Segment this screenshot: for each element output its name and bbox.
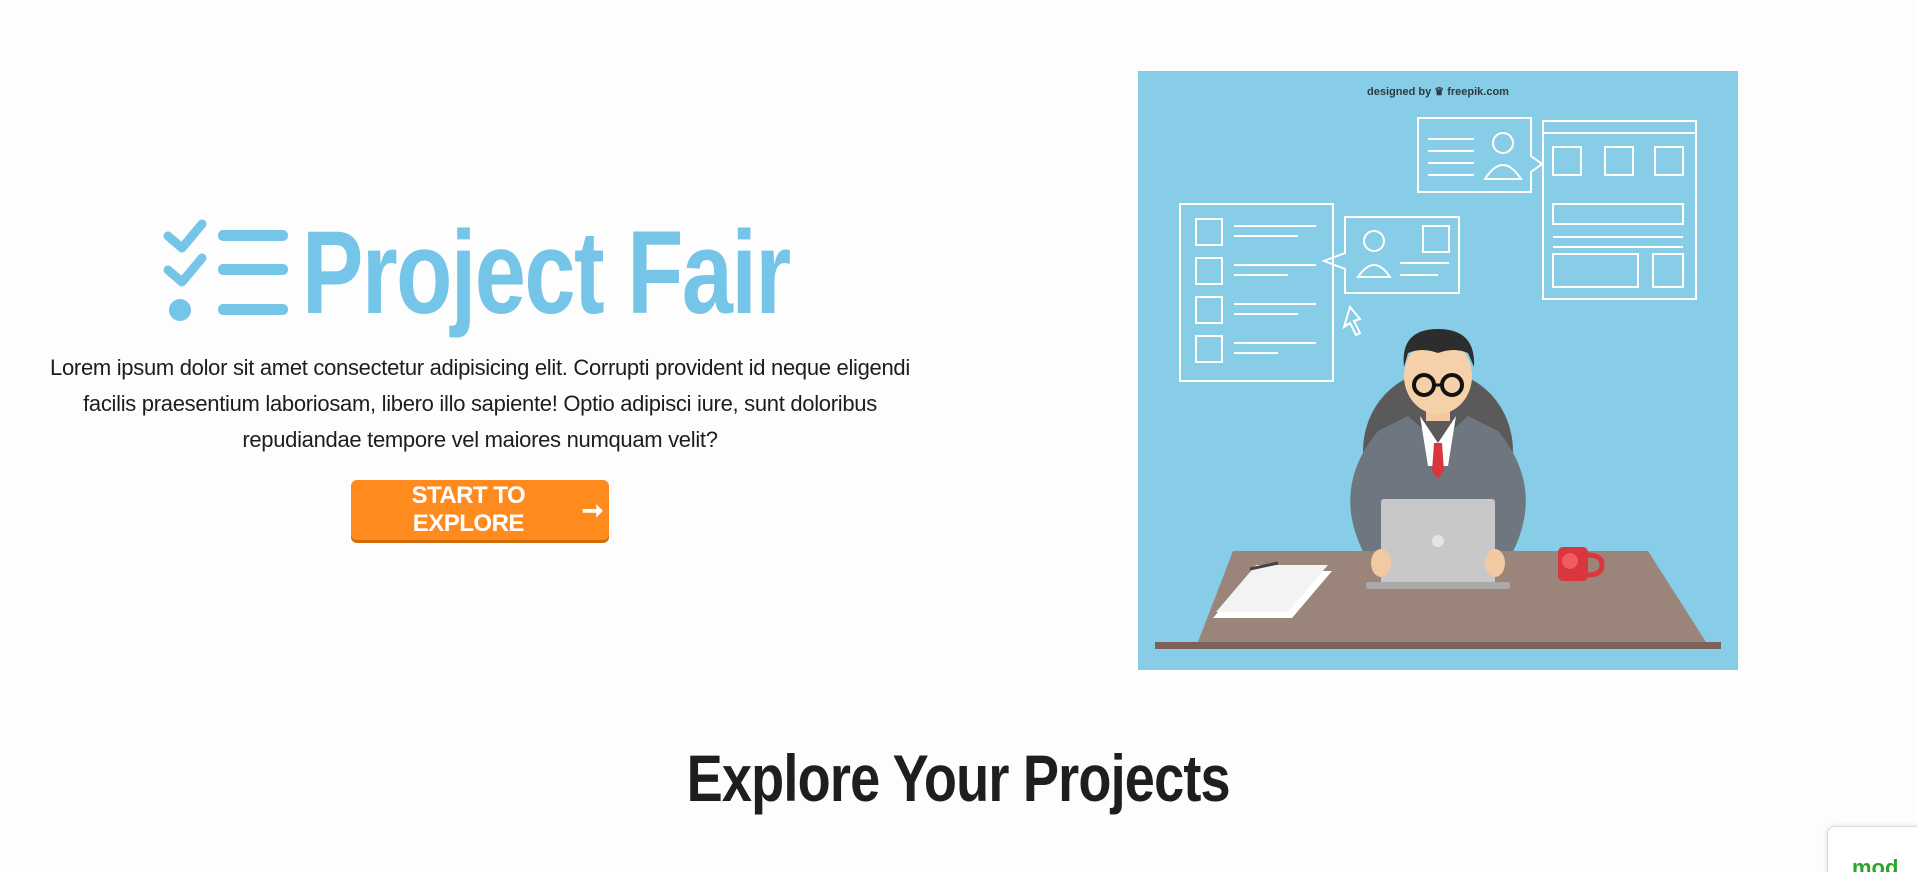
start-explore-label: START TO EXPLORE	[411, 482, 526, 537]
arrow-right-icon: ➞	[581, 494, 604, 525]
hero-section: Project Fair Lorem ipsum dolor sit amet …	[20, 205, 940, 540]
start-explore-button[interactable]: START TO EXPLORE ➞	[351, 480, 609, 540]
credit-prefix: designed by	[1367, 86, 1432, 98]
checklist-icon	[163, 219, 289, 321]
image-credit: designed by ♛ freepik.com	[1138, 85, 1738, 98]
credit-site: freepik.com	[1447, 86, 1509, 98]
landing-page: Project Fair Lorem ipsum dolor sit amet …	[0, 0, 1917, 872]
hero-description: Lorem ipsum dolor sit amet consectetur a…	[50, 355, 910, 452]
brand-heading: Project Fair	[20, 205, 940, 340]
office-worker-illustration	[1155, 117, 1721, 649]
document-outline-icon	[1179, 203, 1334, 382]
webpage-layout-icon	[1542, 120, 1697, 300]
hero-illustration: designed by ♛ freepik.com	[1138, 71, 1738, 670]
corner-widget[interactable]: mod	[1827, 826, 1917, 872]
profile-card-icon	[1321, 216, 1460, 337]
section-title-text: Explore Your Projects	[686, 741, 1231, 815]
corner-widget-label: mod	[1852, 855, 1899, 872]
section-title: Explore Your Projects	[0, 740, 1917, 816]
crown-icon: ♛	[1434, 86, 1445, 98]
profile-card-icon	[1417, 117, 1544, 193]
hero-title: Project Fair	[302, 206, 791, 339]
